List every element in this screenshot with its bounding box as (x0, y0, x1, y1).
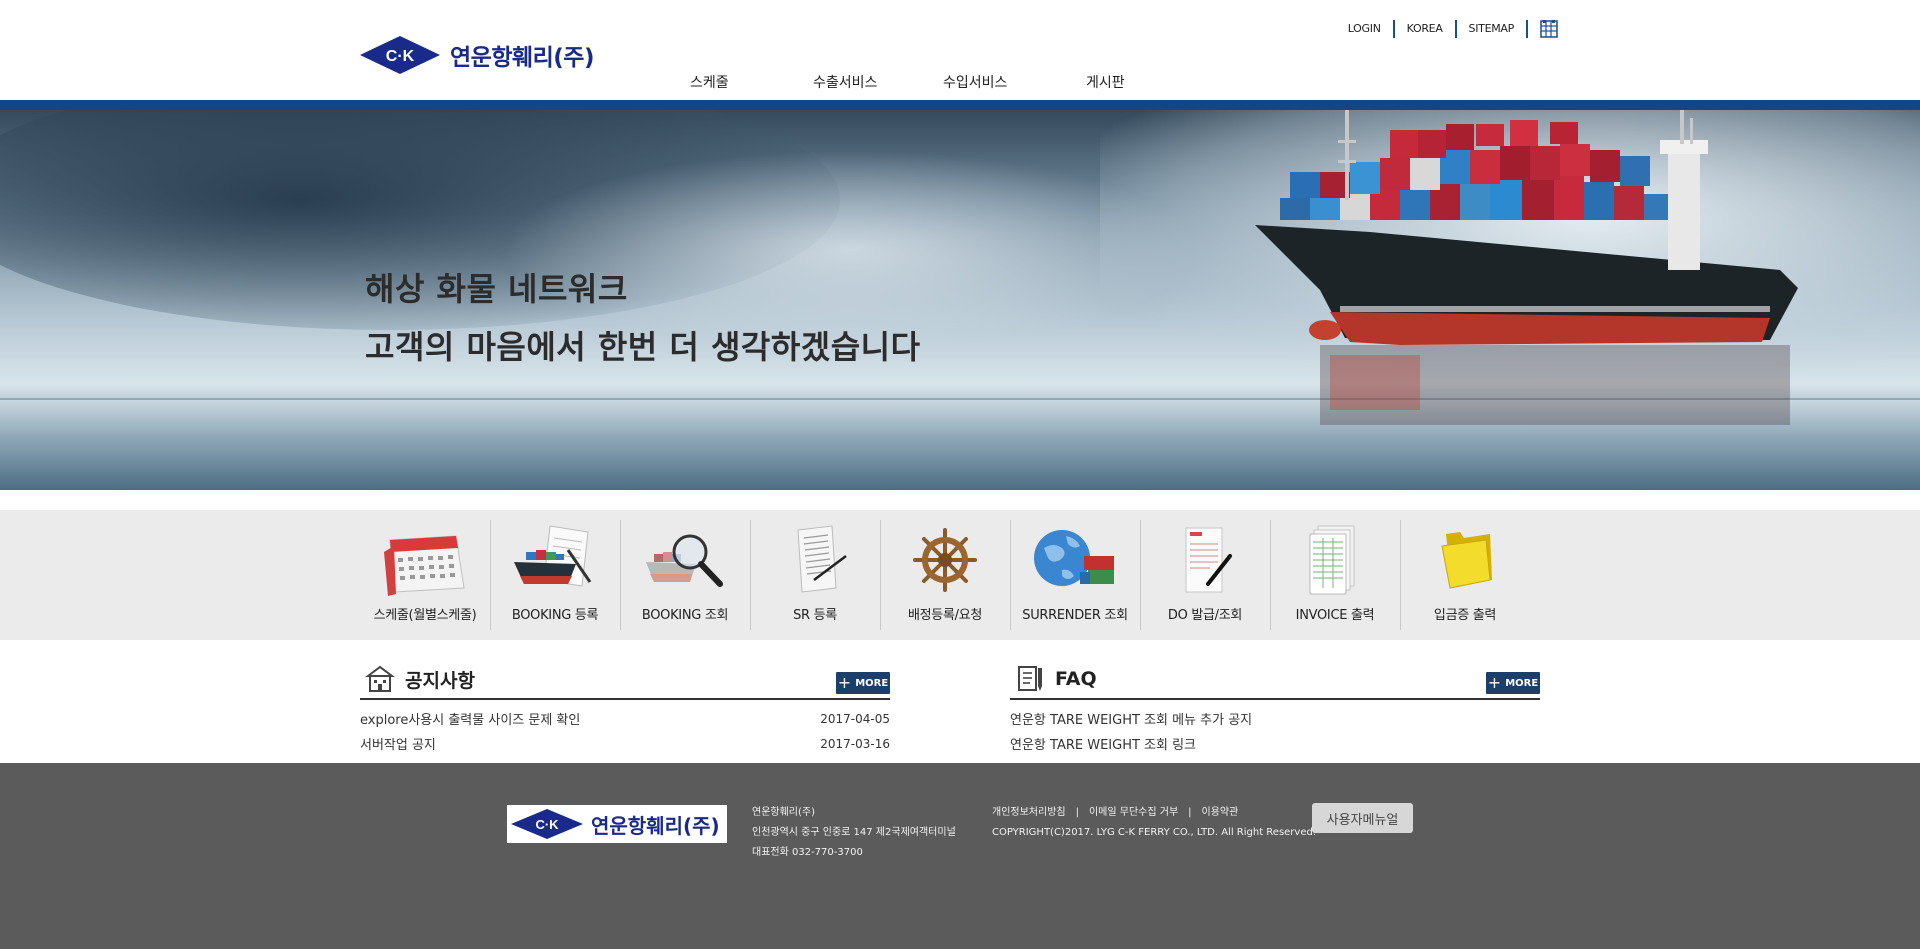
list-item[interactable]: 서버작업 공지 2017-03-16 (360, 731, 890, 756)
site-logo[interactable]: C·K 연운항훼리(주) (360, 36, 594, 74)
quick-item-do-issue[interactable]: DO 발급/조회 (1140, 510, 1270, 640)
separator: | (1075, 807, 1079, 818)
document-pencil-icon (1018, 666, 1042, 691)
nav-board[interactable]: 게시판 (1086, 72, 1125, 92)
quick-menu: 스케줄(월별스케줄) BOOKING 등록 BOOKING 조회 SR 등록 배… (0, 510, 1920, 640)
nav-schedule[interactable]: 스케줄 (690, 72, 813, 92)
list-item-title[interactable]: explore사용시 출력물 사이즈 문제 확인 (360, 709, 580, 728)
utility-nav: LOGIN KOREA SITEMAP (1336, 18, 1558, 40)
calendar-icon (384, 535, 465, 596)
email-refuse-link[interactable]: 이메일 무단수집 거부 (1089, 803, 1178, 823)
faq-title: FAQ (1055, 668, 1097, 690)
footer-company-info: 연운항훼리(주) 인천광역시 중구 인중로 147 제2국제여객터미널 대표전화… (752, 803, 956, 863)
sitemap-link[interactable]: SITEMAP (1457, 20, 1528, 38)
footer-links: 개인정보처리방침 | 이메일 무단수집 거부 | 이용약관 COPYRIGHT(… (992, 803, 1316, 843)
list-item-title[interactable]: 연운항 TARE WEIGHT 조회 링크 (1010, 734, 1196, 753)
footer-copyright: COPYRIGHT(C)2017. LYG C-K FERRY CO., LTD… (992, 827, 1317, 838)
ck-logo-mark-icon: C·K (360, 36, 440, 74)
globe-containers-icon (1034, 530, 1114, 586)
header-accent-bar (0, 100, 1920, 110)
login-link[interactable]: LOGIN (1336, 20, 1395, 38)
ck-logo-mark-icon: C·K (511, 809, 583, 839)
quick-item-schedule[interactable]: 스케줄(월별스케줄) (360, 510, 490, 640)
logo-company-name: 연운항훼리(주) (450, 45, 594, 71)
invoice-pen-icon (1185, 527, 1232, 593)
list-item[interactable]: explore사용시 출력물 사이즈 문제 확인 2017-04-05 (360, 706, 890, 731)
faq-board: FAQ + MORE 연운항 TARE WEIGHT 조회 메뉴 추가 공지 연… (1010, 660, 1540, 756)
quick-item-surrender[interactable]: SURRENDER 조회 (1010, 510, 1140, 640)
list-item[interactable]: 연운항 TARE WEIGHT 조회 링크 (1010, 731, 1540, 756)
footer-phone: 대표전화 032-770-3700 (752, 847, 863, 858)
faq-header: FAQ + MORE (1010, 660, 1540, 700)
notice-list: explore사용시 출력물 사이즈 문제 확인 2017-04-05 서버작업… (360, 706, 890, 756)
hero-slogan-line2: 고객의 마음에서 한번 더 생각하겠습니다 (365, 328, 921, 366)
plus-icon: + (1487, 673, 1502, 692)
spreadsheet-icon (1309, 525, 1355, 595)
quick-item-booking-register[interactable]: BOOKING 등록 (490, 510, 620, 640)
quick-item-label: BOOKING 조회 (641, 608, 729, 623)
hero-slogan-line1: 해상 화물 네트워크 (365, 270, 628, 308)
quick-item-sr-register[interactable]: SR 등록 (750, 510, 880, 640)
separator: | (1188, 807, 1192, 818)
quick-item-invoice-print[interactable]: INVOICE 출력 (1270, 510, 1400, 640)
faq-list: 연운항 TARE WEIGHT 조회 메뉴 추가 공지 연운항 TARE WEI… (1010, 706, 1540, 756)
notice-board: 공지사항 + MORE explore사용시 출력물 사이즈 문제 확인 201… (360, 660, 890, 756)
quick-item-deposit-print[interactable]: 입금증 출력 (1400, 510, 1530, 640)
site-footer: C·K 연운항훼리(주) 연운항훼리(주) 인천광역시 중구 인중로 147 제… (0, 763, 1920, 949)
terms-link[interactable]: 이용약관 (1202, 803, 1239, 823)
ship-wheel-icon (913, 528, 977, 592)
hero-banner: 해상 화물 네트워크 고객의 마음에서 한번 더 생각하겠습니다 (0, 110, 1920, 490)
korea-link[interactable]: KOREA (1395, 20, 1457, 38)
quick-item-label: 배정등록/요청 (907, 608, 983, 623)
plus-icon: + (837, 673, 852, 692)
nav-import-service[interactable]: 수입서비스 (943, 72, 1086, 92)
footer-logo: C·K 연운항훼리(주) (507, 805, 727, 843)
main-nav: 스케줄 수출서비스 수입서비스 게시판 (690, 72, 1125, 92)
list-item-title[interactable]: 연운항 TARE WEIGHT 조회 메뉴 추가 공지 (1010, 709, 1252, 728)
ship-magnifier-icon (646, 534, 723, 587)
user-manual-button[interactable]: 사용자메뉴얼 (1312, 803, 1413, 833)
hero-slogan: 해상 화물 네트워크 고객의 마음에서 한번 더 생각하겠습니다 (365, 260, 921, 376)
quick-item-label: INVOICE 출력 (1295, 608, 1375, 623)
list-item-date: 2017-03-16 (820, 736, 890, 751)
svg-text:C·K: C·K (386, 48, 415, 65)
quick-item-label: BOOKING 등록 (511, 608, 599, 623)
building-icon (365, 665, 395, 692)
footer-address: 인천광역시 중구 인중로 147 제2국제여객터미널 (752, 827, 956, 838)
notice-header: 공지사항 + MORE (360, 660, 890, 700)
list-item-date: 2017-04-05 (820, 711, 890, 726)
notice-title: 공지사항 (405, 669, 475, 692)
container-ship-image (1255, 110, 1798, 425)
quick-item-allocation[interactable]: 배정등록/요청 (880, 510, 1010, 640)
folder-icon (1441, 532, 1492, 589)
quick-item-label: 스케줄(월별스케줄) (373, 608, 477, 623)
privacy-policy-link[interactable]: 개인정보처리방침 (992, 803, 1066, 823)
site-header: C·K 연운항훼리(주) LOGIN KOREA SITEMAP 스케줄 수출서… (0, 0, 1920, 100)
nav-export-service[interactable]: 수출서비스 (813, 72, 943, 92)
faq-more-button[interactable]: + MORE (1486, 672, 1540, 694)
footer-company-name: 연운항훼리(주) (752, 807, 816, 818)
quick-item-label: SURRENDER 조회 (1022, 608, 1128, 623)
list-item-title[interactable]: 서버작업 공지 (360, 734, 436, 753)
quick-item-label: DO 발급/조회 (1167, 608, 1243, 623)
svg-text:C·K: C·K (535, 817, 559, 832)
more-label: MORE (1505, 677, 1539, 689)
list-item[interactable]: 연운항 TARE WEIGHT 조회 메뉴 추가 공지 (1010, 706, 1540, 731)
quick-item-label: SR 등록 (793, 608, 837, 623)
more-label: MORE (855, 677, 889, 689)
grid-icon[interactable] (1540, 20, 1558, 38)
notice-more-button[interactable]: + MORE (836, 672, 890, 694)
quick-item-booking-search[interactable]: BOOKING 조회 (620, 510, 750, 640)
quick-item-label: 입금증 출력 (1433, 608, 1497, 623)
footer-logo-text: 연운항훼리(주) (591, 813, 720, 838)
ship-pen-icon (514, 525, 592, 587)
document-pen-icon (797, 525, 847, 593)
